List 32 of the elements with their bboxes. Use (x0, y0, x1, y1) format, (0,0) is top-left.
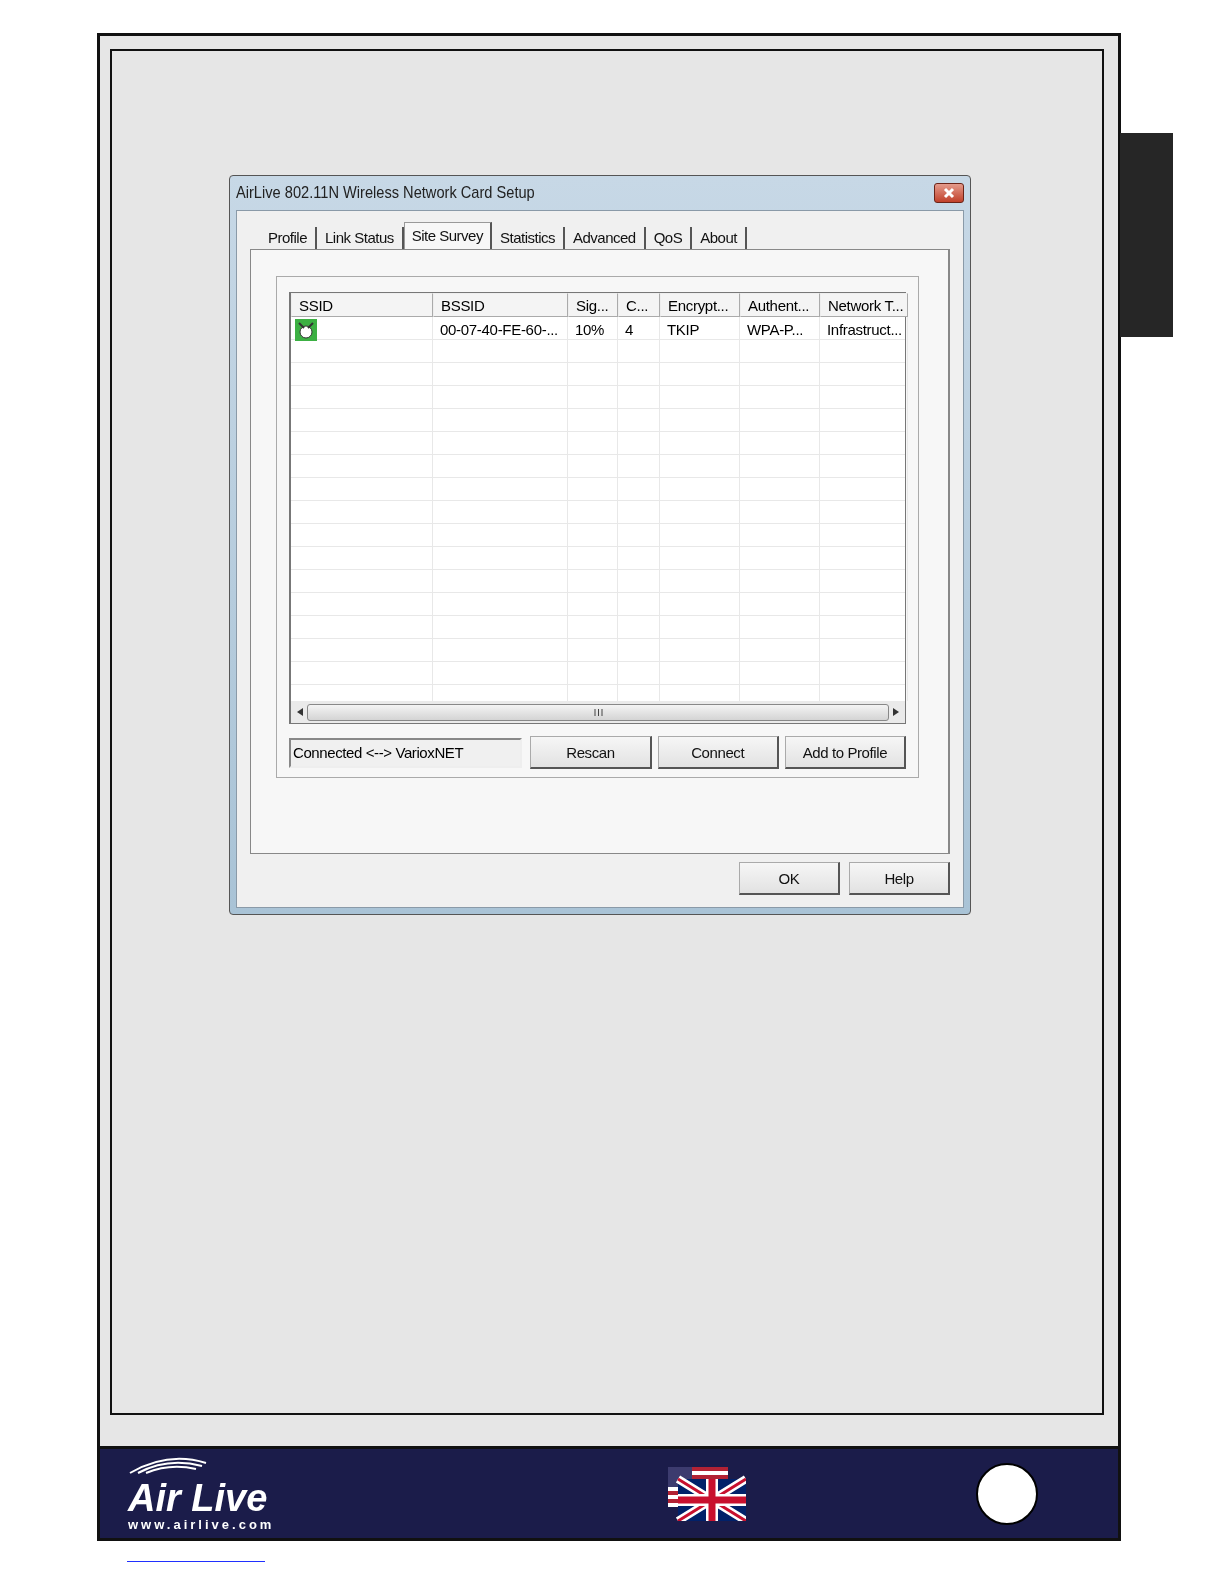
horizontal-scrollbar[interactable] (291, 701, 905, 723)
scroll-left-icon (297, 708, 303, 716)
column-header[interactable]: Sig... (568, 293, 618, 317)
status-field[interactable]: Connected <--> VarioxNET (289, 737, 523, 768)
dialog-button[interactable]: OK (739, 862, 840, 895)
column-header[interactable]: Encrypt... (660, 293, 740, 317)
table-cell-text: 00-07-40-FE-60-... (439, 320, 559, 340)
table-cell-text: Infrastruct... (826, 320, 903, 340)
action-button[interactable]: Add to Profile (784, 736, 906, 769)
close-icon (943, 187, 955, 199)
close-button[interactable] (934, 183, 964, 203)
tab[interactable]: Site Survey (403, 222, 492, 250)
column-header[interactable]: Network T... (820, 293, 908, 317)
table-cell-text: 10% (574, 320, 606, 340)
table-cell-text: WPA-P... (746, 320, 805, 340)
window-title: AirLive 802.11N Wireless Network Card Setup (236, 183, 535, 203)
column-header[interactable]: Authent... (740, 293, 820, 317)
grip-icon (593, 708, 603, 716)
dialog-button[interactable]: Help (849, 862, 950, 895)
website-text: www.airlive.com (128, 1517, 275, 1532)
column-header[interactable]: SSID (291, 293, 433, 317)
logo-text: Air Live (128, 1479, 268, 1517)
column-header[interactable]: BSSID (433, 293, 568, 317)
table-cell-text: TKIP (666, 320, 701, 340)
table-cell-text: 4 (624, 320, 635, 340)
column-header[interactable]: C... (618, 293, 660, 317)
network-icon (295, 319, 317, 341)
scroll-right-icon (893, 708, 899, 716)
wave-icon (128, 1455, 208, 1475)
action-button[interactable]: Connect (657, 736, 779, 769)
flag-icon (668, 1466, 746, 1521)
action-button[interactable]: Rescan (530, 736, 652, 769)
